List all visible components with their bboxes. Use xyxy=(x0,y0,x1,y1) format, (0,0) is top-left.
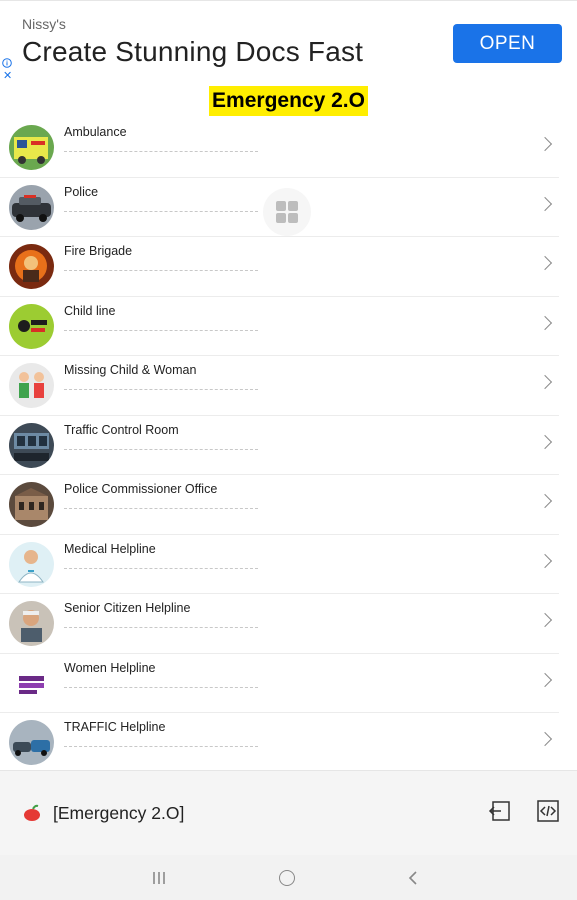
senior-icon xyxy=(9,601,54,646)
list-item-title: Police xyxy=(64,184,99,199)
grid-menu-button[interactable] xyxy=(263,188,311,236)
chevron-right-icon xyxy=(537,672,553,687)
list-item-divider xyxy=(64,151,258,152)
women-helpline-icon xyxy=(9,660,54,706)
exit-icon[interactable] xyxy=(488,799,512,823)
list-item-medical-helpline[interactable]: Medical Helpline xyxy=(0,535,559,594)
ad-close-icon[interactable]: ✕ xyxy=(3,71,12,82)
children-icon xyxy=(9,363,54,408)
title-container: Emergency 2.O xyxy=(0,86,577,118)
list-item-title: Child line xyxy=(64,303,116,318)
list-item-title: Police Commissioner Office xyxy=(64,482,218,496)
list-item-title: Medical Helpline xyxy=(64,541,156,556)
list-item-senior-citizen-helpline[interactable]: Senior Citizen Helpline xyxy=(0,594,559,654)
list-item-divider xyxy=(64,329,258,331)
back-icon[interactable] xyxy=(408,871,418,885)
list-item-divider xyxy=(64,627,258,628)
ad-info-icon[interactable] xyxy=(2,58,12,68)
building-icon xyxy=(9,482,54,527)
chevron-right-icon xyxy=(537,493,553,509)
chevron-right-icon xyxy=(537,255,553,271)
ambulance-icon xyxy=(9,125,54,170)
list-item-divider xyxy=(64,448,258,450)
list-item-divider xyxy=(64,389,258,390)
list-item-child-line[interactable]: Child line xyxy=(0,297,559,356)
list-item-fire-brigade[interactable]: Fire Brigade xyxy=(0,237,559,297)
list-item-divider xyxy=(64,508,258,509)
doctor-icon xyxy=(9,541,54,587)
list-item-police-commissioner-office[interactable]: Police Commissioner Office xyxy=(0,475,559,535)
list-item-title: Fire Brigade xyxy=(64,244,133,258)
list-item-traffic-control-room[interactable]: Traffic Control Room xyxy=(0,416,559,475)
chevron-right-icon xyxy=(537,612,553,628)
list-item-divider xyxy=(64,210,258,212)
home-icon[interactable] xyxy=(279,870,295,886)
bottom-bar: [Emergency 2.O] xyxy=(0,770,577,856)
chevron-right-icon xyxy=(537,434,553,449)
childline-logo-icon xyxy=(9,303,54,349)
list-item-traffic-helpline[interactable]: TRAFFIC Helpline xyxy=(0,713,559,773)
list-item-divider xyxy=(64,270,258,271)
police-car-icon xyxy=(9,184,54,230)
bottom-bar-title: [Emergency 2.O] xyxy=(53,803,185,823)
chevron-right-icon xyxy=(537,553,553,568)
list-item-title: Ambulance xyxy=(64,125,127,139)
recents-icon[interactable] xyxy=(152,871,166,885)
list-item-missing-child-woman[interactable]: Missing Child & Woman xyxy=(0,356,559,416)
code-icon[interactable] xyxy=(536,799,560,823)
list-item-divider xyxy=(64,746,258,747)
chevron-right-icon xyxy=(537,315,553,330)
page-title: Emergency 2.O xyxy=(209,86,368,116)
list-item-divider xyxy=(64,567,258,569)
list-item-title: Missing Child & Woman xyxy=(64,363,197,377)
chili-icon xyxy=(24,804,40,821)
ad-advertiser: Nissy's xyxy=(22,16,66,32)
list-item-title: Senior Citizen Helpline xyxy=(64,601,191,615)
list-item-ambulance[interactable]: Ambulance xyxy=(0,118,559,178)
firefighter-icon xyxy=(9,244,54,289)
list-item-title: Women Helpline xyxy=(64,660,156,675)
ad-banner[interactable]: Nissy's Create Stunning Docs Fast OPEN ✕ xyxy=(0,0,577,83)
list-item-title: Traffic Control Room xyxy=(64,422,179,437)
traffic-icon xyxy=(9,720,54,765)
chevron-right-icon xyxy=(537,136,553,152)
ad-headline[interactable]: Create Stunning Docs Fast xyxy=(22,36,363,68)
grid-icon xyxy=(276,201,298,223)
list-item-women-helpline[interactable]: Women Helpline xyxy=(0,654,559,713)
chevron-right-icon xyxy=(537,196,553,211)
list-item-title: TRAFFIC Helpline xyxy=(64,720,166,734)
traffic-control-icon xyxy=(9,422,54,468)
list-item-divider xyxy=(64,686,258,688)
chevron-right-icon xyxy=(537,374,553,390)
system-nav-bar xyxy=(0,855,577,900)
ad-open-button[interactable]: OPEN xyxy=(453,24,562,63)
chevron-right-icon xyxy=(537,731,553,747)
